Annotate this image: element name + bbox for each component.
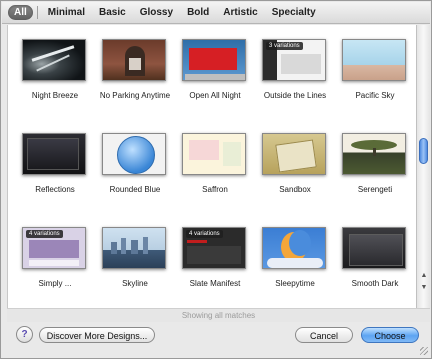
theme-name: Sleepytime — [275, 279, 315, 288]
theme-thumbnail-open-all-night — [182, 39, 246, 81]
theme-thumbnail-smooth-dark — [342, 227, 406, 269]
theme-tile[interactable]: Saffron — [176, 125, 258, 203]
category-filter-bar: All Minimal Basic Glossy Bold Artistic S… — [2, 2, 430, 24]
theme-thumbnail-sleepytime — [262, 227, 326, 269]
theme-tile[interactable]: Night Breeze — [16, 31, 98, 109]
theme-thumbnail-night-breeze — [22, 39, 86, 81]
help-button[interactable]: ? — [16, 326, 33, 343]
theme-name: Outside the Lines — [263, 91, 327, 100]
choose-button[interactable]: Choose — [361, 327, 419, 343]
theme-tile[interactable]: Skyline — [96, 219, 178, 297]
results-status: Showing all matches — [7, 308, 430, 322]
theme-tile[interactable]: 4 variations Slate Manifest — [176, 219, 258, 297]
theme-name: Night Breeze — [31, 91, 79, 100]
theme-tile[interactable]: 3 variations Outside the Lines — [256, 31, 338, 109]
theme-thumbnail-simply: 4 variations — [22, 227, 86, 269]
theme-thumbnail-sandbox — [262, 133, 326, 175]
theme-name: No Parking Anytime — [99, 91, 171, 100]
theme-thumbnail-slate-manifest: 4 variations — [182, 227, 246, 269]
theme-name: Reflections — [35, 185, 75, 194]
theme-thumbnail-reflections — [22, 133, 86, 175]
scrollbar-thumb[interactable] — [419, 138, 428, 164]
theme-name: Saffron — [202, 185, 228, 194]
theme-tile[interactable]: 4 variations Simply ... — [16, 219, 98, 297]
theme-grid-area[interactable]: Night Breeze No Parking Anytime Open All… — [7, 25, 417, 308]
theme-thumbnail-rounded-blue — [102, 133, 166, 175]
resize-grip-icon[interactable] — [420, 347, 428, 355]
theme-tile[interactable]: No Parking Anytime — [96, 31, 178, 109]
theme-name: Pacific Sky — [355, 91, 395, 100]
filter-all[interactable]: All — [8, 5, 33, 20]
theme-thumbnail-saffron — [182, 133, 246, 175]
filter-minimal[interactable]: Minimal — [42, 5, 91, 20]
theme-name: Rounded Blue — [109, 185, 161, 194]
scroll-up-arrow-icon[interactable]: ▲ — [419, 271, 429, 281]
theme-name: Open All Night — [189, 91, 241, 100]
cancel-button[interactable]: Cancel — [295, 327, 353, 343]
filter-bold[interactable]: Bold — [181, 5, 215, 20]
filter-glossy[interactable]: Glossy — [134, 5, 179, 20]
theme-thumbnail-outside-the-lines: 3 variations — [262, 39, 326, 81]
theme-tile[interactable]: Sandbox — [256, 125, 338, 203]
filter-separator — [36, 6, 38, 19]
theme-tile[interactable]: Smooth Dark — [336, 219, 417, 297]
variations-badge: 4 variations — [186, 230, 223, 238]
theme-name: Serengeti — [357, 185, 393, 194]
theme-tile[interactable]: Pacific Sky — [336, 31, 417, 109]
theme-name: Skyline — [122, 279, 148, 288]
design-chooser-dialog: All Minimal Basic Glossy Bold Artistic S… — [0, 0, 432, 359]
theme-tile[interactable]: Open All Night — [176, 31, 258, 109]
theme-thumbnail-pacific-sky — [342, 39, 406, 81]
variations-badge: 3 variations — [266, 42, 303, 50]
theme-thumbnail-no-parking-anytime — [102, 39, 166, 81]
theme-thumbnail-serengeti — [342, 133, 406, 175]
filter-artistic[interactable]: Artistic — [217, 5, 263, 20]
filter-basic[interactable]: Basic — [93, 5, 132, 20]
theme-tile[interactable]: Serengeti — [336, 125, 417, 203]
scroll-down-arrow-icon[interactable]: ▼ — [419, 283, 429, 293]
discover-more-designs-button[interactable]: Discover More Designs... — [39, 327, 155, 343]
theme-tile[interactable]: Sleepytime — [256, 219, 338, 297]
vertical-scrollbar[interactable]: ▲ ▼ — [416, 25, 430, 308]
theme-tile[interactable]: Reflections — [16, 125, 98, 203]
theme-name: Sandbox — [279, 185, 311, 194]
filter-specialty[interactable]: Specialty — [266, 5, 322, 20]
theme-tile[interactable]: Rounded Blue — [96, 125, 178, 203]
theme-name: Simply ... — [38, 279, 72, 288]
theme-thumbnail-skyline — [102, 227, 166, 269]
theme-name: Slate Manifest — [189, 279, 241, 288]
theme-name: Smooth Dark — [351, 279, 399, 288]
variations-badge: 4 variations — [26, 230, 63, 238]
